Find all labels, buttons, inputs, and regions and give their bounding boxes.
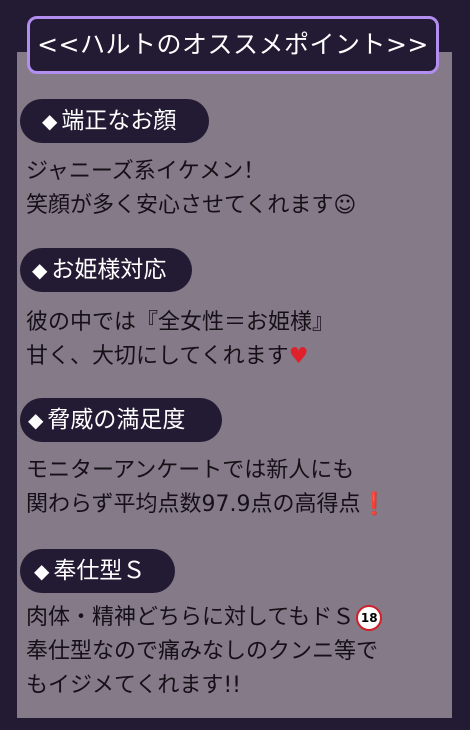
section-heading-satisfaction: ◆ 脅威の満足度 — [20, 398, 222, 442]
section-heading-service: ◆ 奉仕型Ｓ — [20, 549, 175, 593]
exclamation-icon: ❗ — [360, 492, 388, 517]
section-body-service: 肉体・精神どちらに対してもドＳ 18 奉仕型なので痛みなしのクンニ等で もイジメて… — [26, 601, 383, 703]
body-line: もイジメてくれます!! — [26, 673, 241, 698]
heart-icon: ♥ — [288, 344, 309, 369]
diamond-icon: ◆ — [42, 109, 58, 133]
body-line: ジャニーズ系イケメン！ — [26, 159, 266, 184]
age-18-icon: 18 — [356, 605, 383, 631]
section-body-princess: 彼の中では『全女性＝お姫様』 甘く、大切にしてくれます♥ — [26, 306, 334, 374]
diamond-icon: ◆ — [34, 559, 50, 583]
page-title: <<ハルトのオススメポイント>> — [27, 16, 439, 74]
section-heading-face: ◆ 端正なお顔 — [20, 99, 209, 143]
body-line: モニターアンケートでは新人にも — [26, 458, 355, 483]
body-line: 関わらず平均点数97.9点の高得点 — [26, 492, 361, 517]
section-heading-label: 奉仕型Ｓ — [53, 558, 146, 584]
body-line: 笑顔が多く安心させてくれます☺ — [26, 193, 357, 218]
section-heading-label: お姫様対応 — [51, 257, 167, 283]
body-line: 甘く、大切にしてくれます — [26, 344, 289, 369]
section-heading-princess: ◆ お姫様対応 — [20, 248, 192, 292]
diamond-icon: ◆ — [28, 408, 44, 432]
body-line: 肉体・精神どちらに対してもドＳ — [26, 605, 355, 630]
body-line: 奉仕型なので痛みなしのクンニ等で — [26, 639, 379, 664]
diamond-icon: ◆ — [32, 258, 48, 282]
section-body-satisfaction: モニターアンケートでは新人にも 関わらず平均点数97.9点の高得点❗ — [26, 454, 388, 522]
body-line: 彼の中では『全女性＝お姫様』 — [26, 310, 335, 335]
section-body-face: ジャニーズ系イケメン！ 笑顔が多く安心させてくれます☺ — [26, 155, 356, 223]
section-heading-label: 脅威の満足度 — [47, 407, 186, 433]
section-heading-label: 端正なお顔 — [61, 108, 177, 134]
